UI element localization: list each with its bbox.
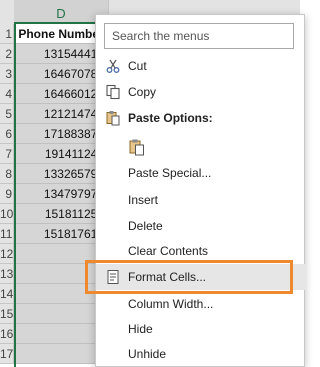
menu-item-clear-contents[interactable]: Clear Contents xyxy=(96,238,306,264)
row-number[interactable]: 16 xyxy=(0,324,14,344)
menu-item-insert[interactable]: Insert xyxy=(96,187,306,213)
menu-item-hide[interactable]: Hide xyxy=(96,316,306,342)
menu-item-copy[interactable]: Copy xyxy=(96,79,306,105)
menu-item-paste-special[interactable]: Paste Special... xyxy=(96,160,306,186)
row-number[interactable]: 17 xyxy=(0,344,14,364)
menu-item-cut[interactable]: Cut xyxy=(96,53,306,79)
menu-item-label: Delete xyxy=(128,219,163,233)
menu-item-label: Paste Options: xyxy=(128,111,213,125)
menu-item-format-cells[interactable]: Format Cells... xyxy=(96,264,306,290)
format-cells-icon xyxy=(104,268,122,286)
clipboard-paste-icon xyxy=(128,138,146,156)
menu-item-label: Format Cells... xyxy=(128,270,207,284)
menu-item-label: Column Width... xyxy=(128,297,214,311)
copy-icon xyxy=(104,83,122,101)
menu-item-label: Cut xyxy=(128,59,147,73)
paste-icon xyxy=(104,109,122,127)
menu-search-input[interactable]: Search the menus xyxy=(104,23,294,49)
row-number[interactable]: 7 xyxy=(0,144,14,164)
scissors-icon xyxy=(104,57,122,75)
menu-item-label: Insert xyxy=(128,193,159,207)
row-number[interactable]: 9 xyxy=(0,184,14,204)
row-number[interactable]: 14 xyxy=(0,284,14,304)
row-number[interactable]: 12 xyxy=(0,244,14,264)
menu-item-label: Paste Special... xyxy=(128,166,212,180)
menu-item-label: Clear Contents xyxy=(128,244,209,258)
row-number[interactable]: 5 xyxy=(0,104,14,124)
row-number[interactable]: 1 xyxy=(0,24,14,44)
row-number[interactable]: 13 xyxy=(0,264,14,284)
select-all-corner[interactable] xyxy=(0,0,15,24)
menu-item-column-width[interactable]: Column Width... xyxy=(96,291,306,317)
row-number[interactable]: 10 xyxy=(0,204,14,224)
row-number[interactable]: 2 xyxy=(0,44,14,64)
row-number[interactable]: 3 xyxy=(0,64,14,84)
paste-option-button[interactable] xyxy=(96,133,306,161)
row-number[interactable]: 11 xyxy=(0,224,14,244)
row-number[interactable]: 8 xyxy=(0,164,14,184)
menu-item-label: Unhide xyxy=(128,347,167,361)
row-number[interactable]: 6 xyxy=(0,124,14,144)
row-number[interactable]: 15 xyxy=(0,304,14,324)
menu-item-delete[interactable]: Delete xyxy=(96,213,306,239)
menu-item-label: Hide xyxy=(128,322,153,336)
context-menu: Search the menus Cut Copy Paste Options:… xyxy=(95,14,306,367)
menu-item-paste-options: Paste Options: xyxy=(96,105,306,131)
row-number[interactable]: 4 xyxy=(0,84,14,104)
menu-item-label: Copy xyxy=(128,85,157,99)
menu-item-unhide[interactable]: Unhide xyxy=(96,341,306,367)
